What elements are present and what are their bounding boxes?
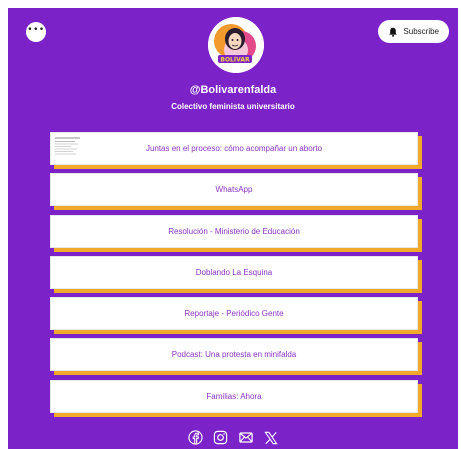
- avatar: BOLÍVAR en falda: [208, 17, 264, 73]
- facebook-link[interactable]: [187, 429, 204, 446]
- link-label: Familias: Ahora: [206, 391, 262, 401]
- more-options-button[interactable]: •••: [26, 22, 46, 42]
- bell-icon: [389, 27, 398, 37]
- link-label: Resolución - Ministerio de Educación: [168, 226, 300, 236]
- link-button-doblando[interactable]: Doblando La Esquina: [50, 255, 422, 293]
- link-label: WhatsApp: [215, 185, 253, 195]
- link-button-aborto[interactable]: Juntas en el proceso: cómo acompañar un …: [50, 132, 422, 169]
- svg-text:BOLÍVAR: BOLÍVAR: [220, 56, 250, 64]
- link-button-whatsapp[interactable]: WhatsApp: [50, 173, 422, 211]
- instagram-icon: [213, 430, 228, 445]
- profile-bio: Colectivo feminista universitario: [171, 102, 295, 111]
- x-icon: [263, 431, 278, 444]
- x-link[interactable]: [262, 429, 279, 446]
- svg-text:en falda: en falda: [239, 64, 253, 68]
- facebook-icon: [188, 430, 203, 445]
- link-label: Reportaje - Periódico Gente: [184, 309, 284, 319]
- link-button-resolucion[interactable]: Resolución - Ministerio de Educación: [50, 214, 422, 252]
- link-button-reportaje[interactable]: Reportaje - Periódico Gente: [50, 297, 422, 335]
- subscribe-button[interactable]: Subscribe: [378, 20, 449, 43]
- profile-handle: @Bolivarenfalda: [189, 84, 277, 96]
- instagram-link[interactable]: [212, 429, 229, 446]
- email-icon: [238, 432, 253, 443]
- link-label: Podcast: Una protesta en minifalda: [171, 350, 297, 360]
- link-button-podcast[interactable]: Podcast: Una protesta en minifalda: [50, 338, 422, 376]
- social-links: [8, 429, 458, 446]
- profile-page: ••• BOLÍVAR en falda Subscribe @Bolivare…: [8, 8, 458, 449]
- bolivar-logo-icon: BOLÍVAR en falda: [208, 17, 264, 73]
- email-link[interactable]: [237, 429, 254, 446]
- link-button-familias[interactable]: Familias: Ahora: [50, 379, 422, 417]
- link-list: Juntas en el proceso: cómo acompañar un …: [50, 132, 422, 421]
- subscribe-label: Subscribe: [403, 27, 439, 36]
- more-dots-icon: •••: [27, 24, 45, 35]
- link-label: Juntas en el proceso: cómo acompañar un …: [145, 144, 323, 153]
- article-thumbnail: [54, 136, 81, 161]
- link-label: Doblando La Esquina: [195, 267, 273, 277]
